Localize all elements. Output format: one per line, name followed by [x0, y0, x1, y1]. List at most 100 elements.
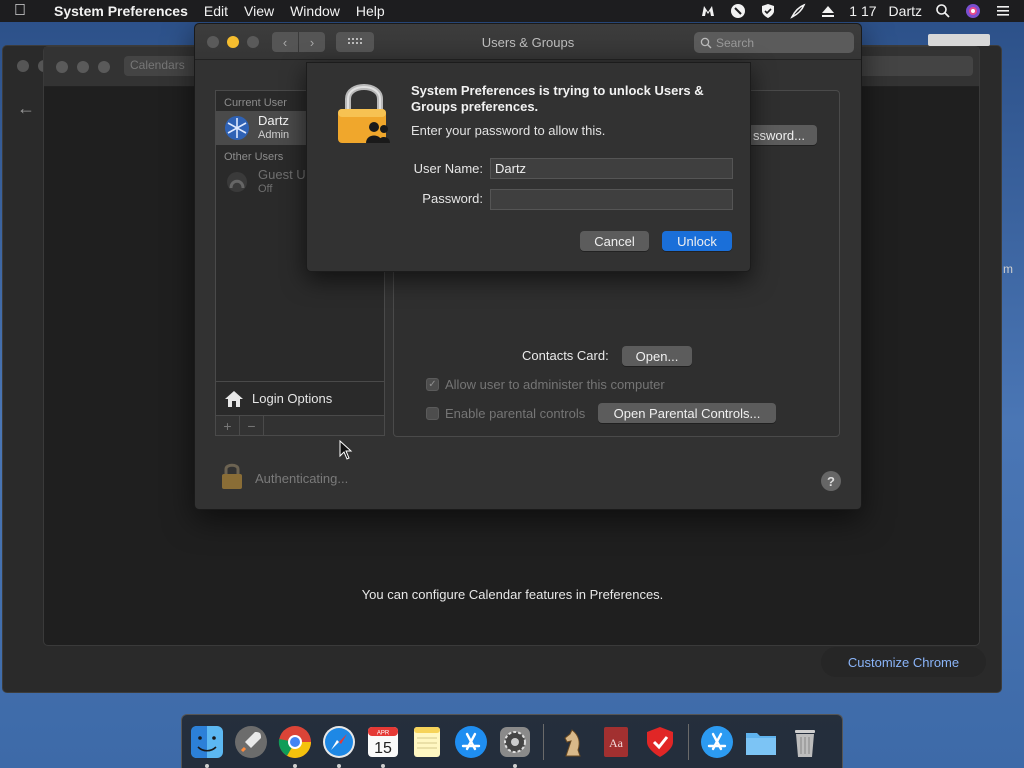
contacts-card-label: Contacts Card:: [522, 348, 609, 363]
dock-separator: [543, 723, 544, 760]
app-store-icon: [455, 725, 487, 758]
finder-icon: [191, 725, 223, 758]
chess-knight-icon: [564, 728, 581, 756]
mouse-cursor-icon: [339, 439, 353, 463]
running-indicator: [513, 763, 517, 768]
close-button[interactable]: [56, 61, 68, 73]
dictionary-glyph: Aa: [609, 736, 624, 750]
menu-bar:  System Preferences Edit View Window He…: [0, 0, 1024, 22]
unlock-button[interactable]: Unlock: [662, 231, 732, 251]
dock-launchpad[interactable]: [233, 724, 269, 760]
malwarebytes-icon[interactable]: [699, 3, 717, 19]
login-options-label: Login Options: [252, 391, 333, 406]
search-input[interactable]: [716, 35, 846, 50]
dock-finder[interactable]: [189, 724, 225, 768]
parental-controls-label: Enable parental controls: [445, 406, 586, 421]
shield-icon[interactable]: [759, 3, 777, 19]
cancel-button[interactable]: Cancel: [580, 231, 649, 251]
menu-window[interactable]: Window: [282, 3, 348, 19]
trash-icon: [795, 729, 815, 757]
open-parental-controls-button[interactable]: Open Parental Controls...: [598, 403, 776, 423]
search-field: [694, 32, 854, 53]
menu-app-name[interactable]: System Preferences: [40, 3, 196, 19]
help-button[interactable]: ?: [821, 471, 841, 491]
allow-admin-checkbox-row[interactable]: ✓ Allow user to administer this computer: [426, 377, 665, 392]
menu-user-name[interactable]: Dartz: [889, 3, 922, 19]
dock-system-preferences[interactable]: [497, 724, 533, 768]
running-indicator: [205, 763, 209, 768]
window-thumbnail: [928, 34, 990, 46]
zoom-button[interactable]: [98, 61, 110, 73]
menu-view[interactable]: View: [236, 3, 282, 19]
notification-center-icon[interactable]: [994, 3, 1012, 19]
close-button[interactable]: [17, 60, 29, 72]
dialog-title: System Preferences is trying to unlock U…: [411, 83, 704, 114]
lock-icon[interactable]: [220, 461, 244, 494]
calendar-traffic-lights: [56, 61, 110, 73]
offscreen-text-fragment: m: [1003, 262, 1013, 276]
minimize-button[interactable]: [77, 61, 89, 73]
running-indicator: [293, 763, 297, 768]
user-name: Guest U: [258, 167, 306, 182]
house-icon: [225, 390, 243, 407]
apple-menu-icon[interactable]: : [0, 2, 40, 20]
dock-trash[interactable]: [787, 724, 823, 760]
quill-icon[interactable]: [789, 3, 807, 19]
calendar-month: APR: [377, 730, 390, 736]
username-label: User Name:: [413, 161, 483, 176]
change-password-button[interactable]: ssword...: [748, 125, 817, 145]
add-user-button[interactable]: +: [216, 416, 240, 435]
parental-controls-checkbox[interactable]: [426, 407, 439, 420]
customize-chrome-button[interactable]: Customize Chrome: [821, 647, 986, 677]
user-name: Dartz: [258, 113, 290, 128]
remove-user-button[interactable]: −: [240, 416, 264, 435]
password-label: Password:: [422, 191, 483, 206]
dock-dictionary[interactable]: Aa: [598, 724, 634, 760]
calendar-message: You can configure Calendar features in P…: [361, 587, 664, 602]
calendar-day: 15: [374, 740, 392, 757]
dock-app-store-downloads[interactable]: [699, 724, 735, 760]
dock: APR 15 Aa: [181, 714, 843, 768]
login-options-item[interactable]: Login Options: [216, 381, 384, 415]
app-store-icon: [701, 725, 733, 758]
dock-app-store[interactable]: [453, 724, 489, 760]
dock-antivirus[interactable]: [642, 724, 678, 760]
unlock-dialog: System Preferences is trying to unlock U…: [306, 62, 751, 272]
username-field[interactable]: [490, 158, 733, 179]
dock-calendar[interactable]: APR 15: [365, 724, 401, 768]
window-titlebar: ‹ › Users & Groups: [195, 24, 861, 60]
eject-icon[interactable]: [819, 3, 837, 19]
calendar-icon: APR 15: [368, 726, 398, 757]
running-indicator: [337, 763, 341, 768]
clock[interactable]: 1 17: [849, 3, 876, 19]
vpn-icon[interactable]: [729, 3, 747, 19]
spotlight-search-icon[interactable]: [934, 3, 952, 19]
parental-controls-checkbox-row[interactable]: Enable parental controls: [426, 406, 585, 421]
user-role: Admin: [258, 129, 290, 141]
open-contacts-button[interactable]: Open...: [622, 346, 692, 366]
siri-icon[interactable]: [964, 3, 982, 19]
guest-user-icon: [224, 169, 250, 195]
allow-admin-label: Allow user to administer this computer: [445, 377, 665, 392]
calendar-search-field[interactable]: [853, 56, 973, 76]
rocket-icon: [235, 725, 267, 758]
chrome-icon: [278, 725, 311, 758]
dictionary-icon: Aa: [604, 726, 628, 757]
menu-edit[interactable]: Edit: [196, 3, 236, 19]
dock-notes[interactable]: [409, 724, 445, 760]
folder-icon: [746, 732, 776, 755]
dock-chrome[interactable]: [277, 724, 313, 768]
padlock-users-icon: [334, 81, 394, 148]
dock-folder[interactable]: [743, 724, 779, 760]
dock-chess[interactable]: [554, 724, 590, 760]
dialog-subtitle: Enter your password to allow this.: [411, 123, 606, 138]
password-field[interactable]: [490, 189, 733, 210]
notes-icon: [414, 726, 440, 757]
dock-safari[interactable]: [321, 724, 357, 768]
search-icon: [700, 37, 712, 48]
menu-help[interactable]: Help: [348, 3, 393, 19]
user-role: Off: [258, 183, 273, 195]
back-arrow-icon[interactable]: ←: [17, 98, 35, 119]
compass-icon: [323, 725, 355, 758]
allow-admin-checkbox[interactable]: ✓: [426, 378, 439, 391]
